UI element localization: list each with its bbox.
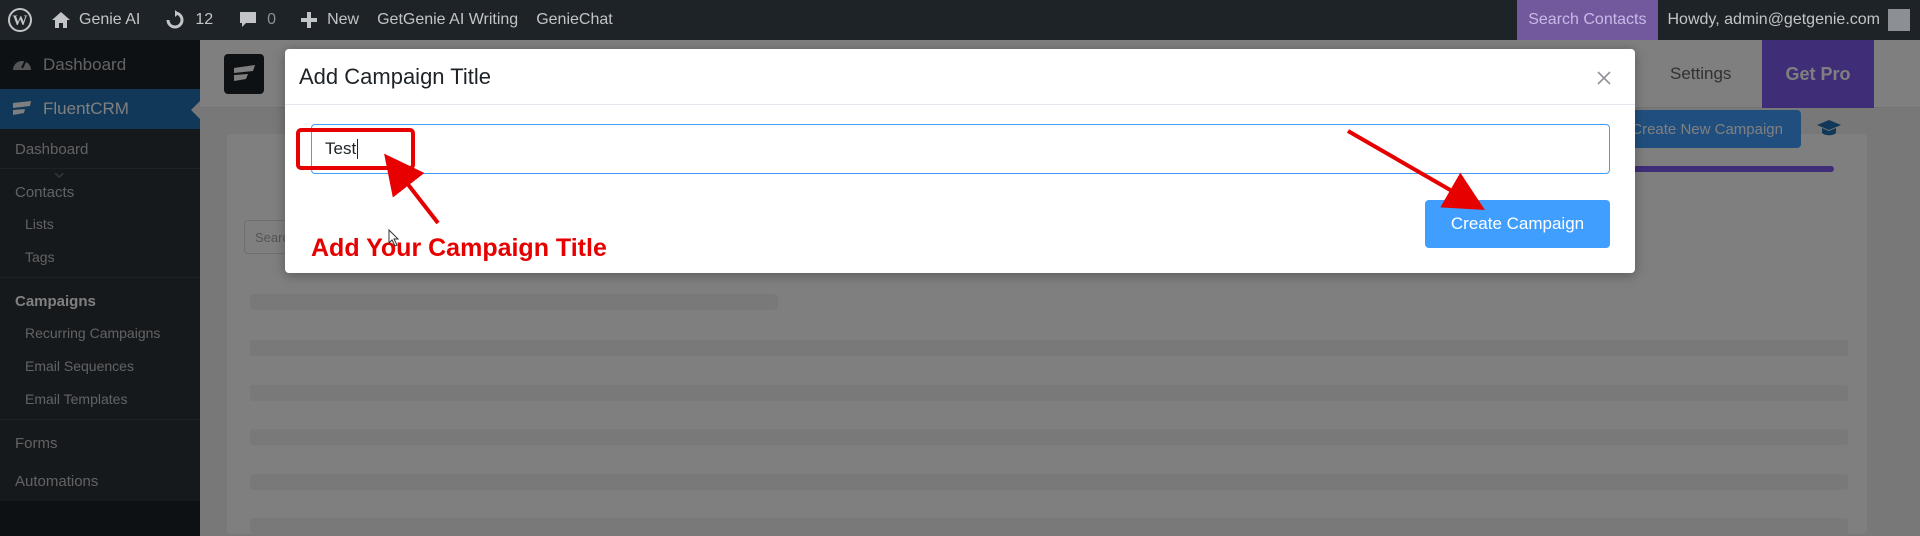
arrow-to-create-button: [1347, 129, 1485, 210]
mouse-cursor-icon: [388, 229, 400, 247]
arrow-to-input: [384, 153, 440, 225]
annotation-arrows: [384, 129, 1485, 225]
annotation-text: Add Your Campaign Title: [311, 234, 607, 262]
